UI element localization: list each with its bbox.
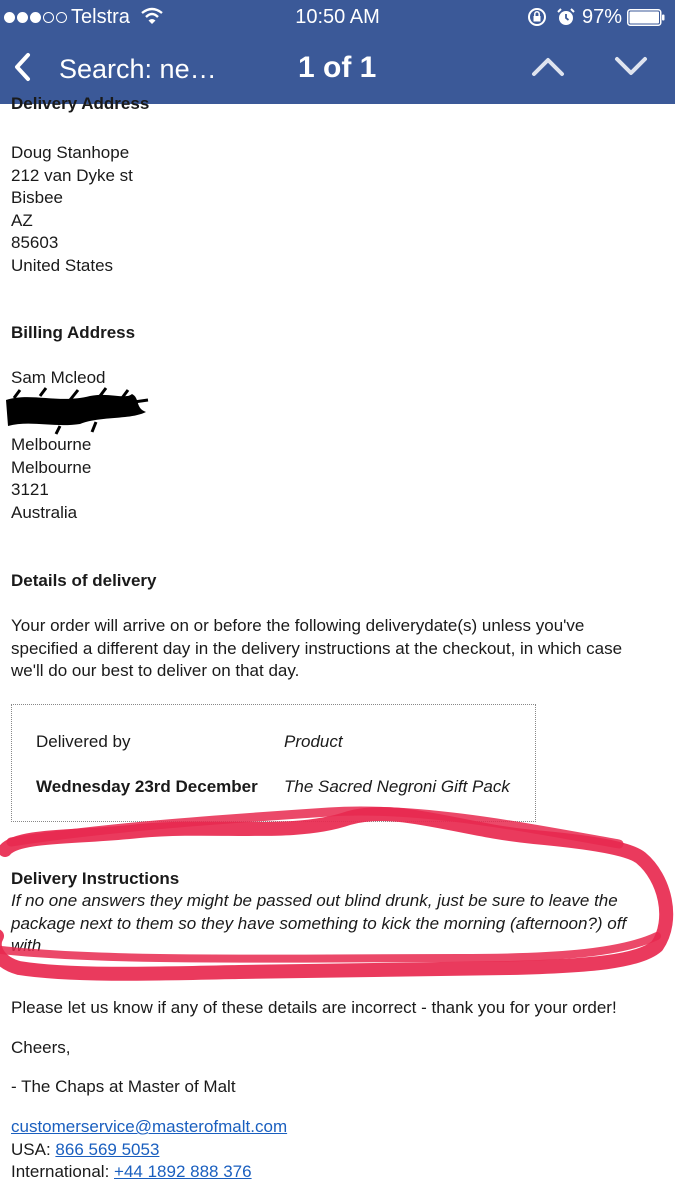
delivery-address-line: 85603 (11, 233, 59, 252)
redaction-scribble (6, 387, 149, 435)
battery-icon (627, 9, 665, 26)
instructions-text: If no one answers they might be passed o… (11, 891, 627, 955)
intl-phone-line: International: +44 1892 888 376 (11, 1161, 651, 1184)
intl-label: International: (11, 1162, 115, 1181)
intl-phone-link[interactable]: +44 1892 888 376 (114, 1162, 252, 1181)
rotation-lock-icon (528, 8, 546, 26)
billing-address-heading: Billing Address (11, 323, 136, 342)
delivery-address-line: AZ (11, 210, 33, 230)
billing-address-line: Australia (11, 502, 78, 522)
billing-address-line: Melbourne (11, 457, 92, 477)
billing-address-line: Melbourne (11, 435, 92, 454)
next-message-icon[interactable] (613, 54, 649, 78)
contact-email: customerservice@masterofmalt.com (11, 1116, 651, 1139)
message-count: 1 of 1 (298, 51, 377, 84)
billing-address-line: 3121 (11, 480, 49, 499)
delivered-by-header: Delivered by (36, 732, 131, 751)
delivery-table: Delivered by Product Wednesday 23rd Dece… (11, 704, 536, 822)
email-link[interactable]: customerservice@masterofmalt.com (11, 1117, 287, 1136)
billing-address: Melbourne Melbourne 3121 Australia (11, 434, 91, 524)
delivery-address-line: 212 van Dyke st (11, 165, 133, 185)
details-heading: Details of delivery (11, 571, 157, 590)
previous-message-icon[interactable] (530, 54, 566, 78)
back-to-search-button[interactable]: Search: ne… (59, 54, 217, 85)
instructions-heading: Delivery Instructions (11, 869, 180, 888)
alarm-icon (557, 8, 575, 25)
delivery-address-line: Doug Stanhope (11, 143, 130, 162)
delivery-address-line: United States (11, 255, 114, 275)
product-header: Product (284, 732, 343, 751)
signature-text: - The Chaps at Master of Malt (11, 1077, 236, 1096)
product-name: The Sacred Negroni Gift Pack (284, 777, 510, 796)
battery-percentage: 97% (582, 6, 623, 28)
details-text: Your order will arrive on or before the … (11, 616, 623, 680)
usa-label: USA: (11, 1140, 56, 1159)
back-chevron-icon[interactable] (12, 52, 34, 82)
delivery-date: Wednesday 23rd December (36, 777, 258, 796)
delivery-address-line: Bisbee (11, 188, 63, 207)
usa-phone-link[interactable]: 866 569 5053 (55, 1140, 159, 1159)
status-bar: Telstra 10:50 AM 97% (0, 0, 675, 34)
closing-text: Please let us know if any of these detai… (11, 998, 617, 1017)
delivery-address: Doug Stanhope 212 van Dyke st Bisbee AZ 8560… (11, 142, 133, 277)
cheers-text: Cheers, (11, 1038, 71, 1057)
delivery-address-heading: Delivery Address (11, 94, 150, 113)
top-bar: Telstra 10:50 AM 97% Search: ne… 1 of 1 (0, 0, 675, 104)
usa-phone-line: USA: 866 569 5053 (11, 1139, 651, 1162)
